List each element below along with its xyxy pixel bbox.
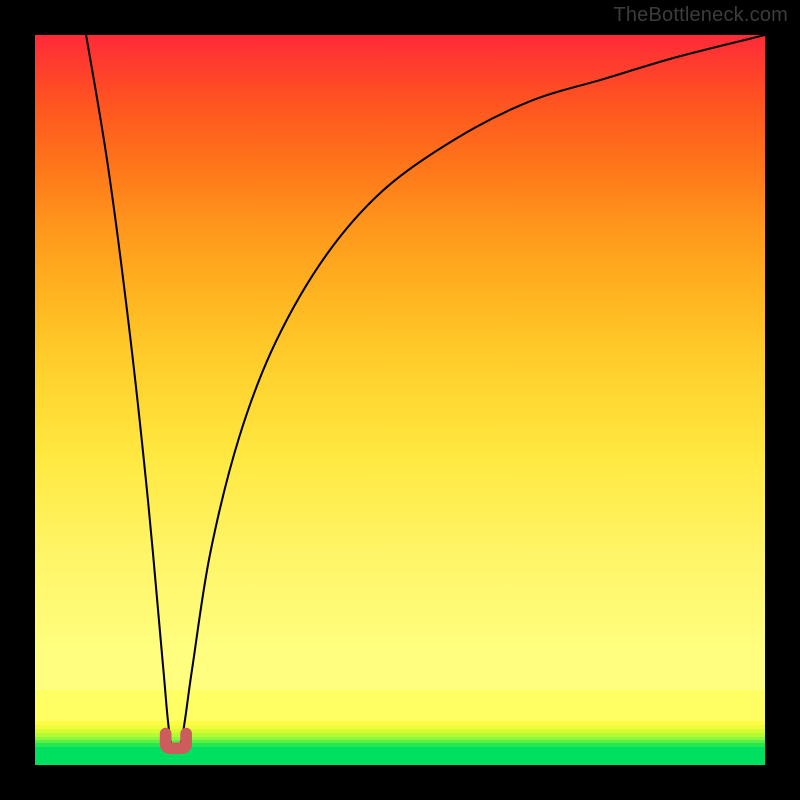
watermark: TheBottleneck.com [613, 4, 788, 27]
trough-marker [166, 734, 186, 749]
bottleneck-curve [86, 35, 765, 751]
chart-root: TheBottleneck.com [0, 0, 800, 800]
plot-area [35, 35, 765, 765]
curve-layer [35, 35, 765, 765]
